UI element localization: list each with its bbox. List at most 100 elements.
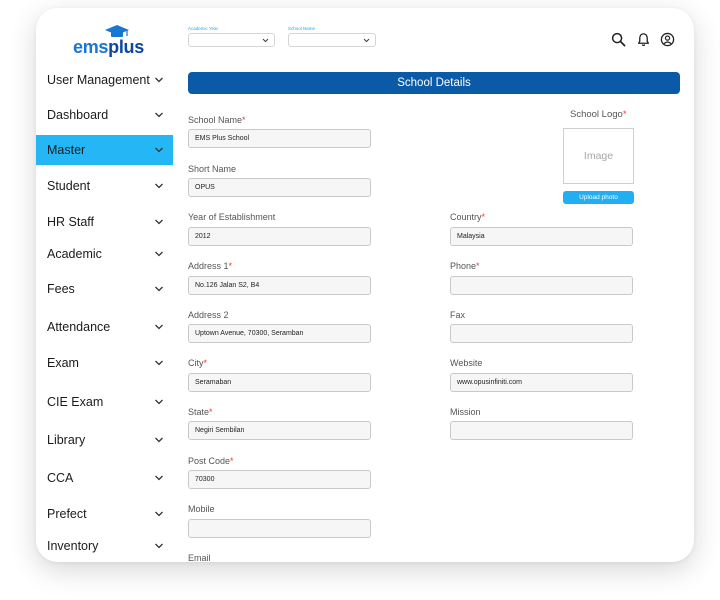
mobile-input[interactable] bbox=[188, 519, 371, 538]
address-2-input[interactable]: Uptown Avenue, 70300, Seramban bbox=[188, 324, 371, 343]
chevron-down-icon bbox=[155, 251, 163, 257]
sidebar: emsplus User Management Dashboard Master… bbox=[36, 8, 173, 562]
sidebar-item-label: Dashboard bbox=[47, 108, 109, 122]
address-1-label-text: Address 1 bbox=[188, 261, 229, 271]
school-name-label-text: School Name bbox=[188, 115, 243, 125]
user-icon[interactable] bbox=[660, 32, 675, 47]
phone-label-text: Phone bbox=[450, 261, 477, 271]
school-name-filter: School Name bbox=[288, 26, 376, 47]
country-label: Country* bbox=[450, 212, 485, 222]
sidebar-item-label: Academic bbox=[47, 247, 102, 261]
sidebar-item-label: CCA bbox=[47, 471, 74, 485]
fax-label: Fax bbox=[450, 310, 466, 320]
sidebar-item-label: Fees bbox=[47, 282, 75, 296]
academic-year-filter: Academic Year bbox=[188, 26, 275, 47]
sidebar-item-attendance[interactable]: Attendance bbox=[36, 312, 173, 342]
chevron-down-icon bbox=[155, 324, 163, 330]
chevron-down-icon bbox=[155, 399, 163, 405]
logo-text: emsplus bbox=[73, 37, 144, 58]
chevron-down-icon bbox=[155, 77, 163, 83]
sidebar-item-hr-staff[interactable]: HR Staff bbox=[36, 207, 173, 237]
sidebar-item-label: Inventory bbox=[47, 539, 99, 553]
sidebar-item-label: HR Staff bbox=[47, 215, 95, 229]
chevron-down-icon bbox=[155, 286, 163, 292]
sidebar-item-academic[interactable]: Academic bbox=[36, 239, 173, 269]
required-marker: * bbox=[203, 358, 208, 368]
sidebar-item-user-management[interactable]: User Management bbox=[36, 65, 173, 95]
required-marker: * bbox=[230, 456, 234, 466]
sidebar-item-library[interactable]: Library bbox=[36, 425, 173, 455]
address-1-label: Address 1* bbox=[188, 261, 232, 271]
chevron-down-icon bbox=[155, 475, 163, 481]
academic-year-label: Academic Year bbox=[188, 26, 219, 31]
city-label: City* bbox=[188, 358, 207, 368]
sidebar-item-cie-exam[interactable]: CIE Exam bbox=[36, 387, 173, 417]
chevron-down-icon bbox=[155, 183, 163, 189]
website-label: Website bbox=[450, 358, 483, 368]
sidebar-item-label: Master bbox=[47, 143, 86, 157]
sidebar-item-label: User Management bbox=[47, 73, 150, 87]
website-input[interactable]: www.opusinfiniti.com bbox=[450, 373, 633, 392]
school-name-filter-label: School Name bbox=[288, 26, 316, 31]
mission-label: Mission bbox=[450, 407, 481, 417]
page-title: School Details bbox=[188, 72, 680, 94]
chevron-down-icon bbox=[155, 437, 163, 443]
school-name-input[interactable]: EMS Plus School bbox=[188, 129, 371, 148]
sidebar-item-label: Attendance bbox=[47, 320, 111, 334]
required-marker: * bbox=[209, 407, 213, 417]
required-marker: * bbox=[622, 109, 627, 120]
email-label: Email bbox=[188, 553, 211, 562]
chevron-down-icon bbox=[155, 112, 163, 118]
school-name-select[interactable] bbox=[288, 33, 376, 47]
country-label-text: Country bbox=[450, 212, 482, 222]
phone-input[interactable] bbox=[450, 276, 633, 295]
required-marker: * bbox=[228, 261, 233, 271]
school-logo-label-text: School Logo bbox=[570, 109, 623, 120]
academic-year-select[interactable] bbox=[188, 33, 275, 47]
chevron-down-icon bbox=[155, 360, 163, 366]
chevron-down-icon bbox=[155, 147, 163, 153]
state-label-text: State bbox=[188, 407, 210, 417]
chevron-down-icon bbox=[155, 511, 163, 517]
state-label: State* bbox=[188, 407, 213, 417]
phone-label: Phone* bbox=[450, 261, 480, 271]
sidebar-item-fees[interactable]: Fees bbox=[36, 274, 173, 304]
city-input[interactable]: Seramaban bbox=[188, 373, 371, 392]
sidebar-item-student[interactable]: Student bbox=[36, 171, 173, 201]
app-window: emsplus User Management Dashboard Master… bbox=[36, 8, 694, 562]
sidebar-item-label: Library bbox=[47, 433, 86, 447]
state-input[interactable]: Negiri Sembilan bbox=[188, 421, 371, 440]
sidebar-item-exam[interactable]: Exam bbox=[36, 348, 173, 378]
sidebar-item-dashboard[interactable]: Dashboard bbox=[36, 100, 173, 130]
chevron-down-icon bbox=[262, 38, 269, 43]
logo-text-part2: plus bbox=[108, 37, 144, 57]
sidebar-item-label: Exam bbox=[47, 356, 79, 370]
sidebar-item-label: Prefect bbox=[47, 507, 87, 521]
post-code-input[interactable]: 70300 bbox=[188, 470, 371, 489]
short-name-label: Short Name bbox=[188, 164, 237, 174]
graduation-cap-icon bbox=[105, 25, 129, 37]
sidebar-item-prefect[interactable]: Prefect bbox=[36, 499, 173, 529]
upload-photo-button[interactable]: Upload photo bbox=[563, 191, 634, 204]
required-marker: * bbox=[476, 261, 480, 271]
city-label-text: City bbox=[188, 358, 204, 368]
fax-input[interactable] bbox=[450, 324, 633, 343]
required-marker: * bbox=[242, 115, 246, 125]
country-input[interactable]: Malaysia bbox=[450, 227, 633, 246]
school-logo-label: School Logo* bbox=[570, 109, 627, 120]
bell-icon[interactable] bbox=[636, 32, 651, 47]
short-name-input[interactable]: OPUS bbox=[188, 178, 371, 197]
app-logo[interactable]: emsplus bbox=[73, 24, 144, 58]
year-of-establishment-input[interactable]: 2012 bbox=[188, 227, 371, 246]
search-icon[interactable] bbox=[611, 32, 626, 47]
chevron-down-icon bbox=[155, 543, 163, 549]
sidebar-item-master[interactable]: Master bbox=[36, 135, 173, 165]
sidebar-item-label: CIE Exam bbox=[47, 395, 104, 409]
year-of-establishment-label: Year of Establishment bbox=[188, 212, 276, 222]
mission-input[interactable] bbox=[450, 421, 633, 440]
required-marker: * bbox=[481, 212, 486, 222]
post-code-label-text: Post Code bbox=[188, 456, 231, 466]
sidebar-item-inventory[interactable]: Inventory bbox=[36, 531, 173, 561]
address-1-input[interactable]: No.126 Jalan S2, B4 bbox=[188, 276, 371, 295]
sidebar-item-cca[interactable]: CCA bbox=[36, 463, 173, 493]
